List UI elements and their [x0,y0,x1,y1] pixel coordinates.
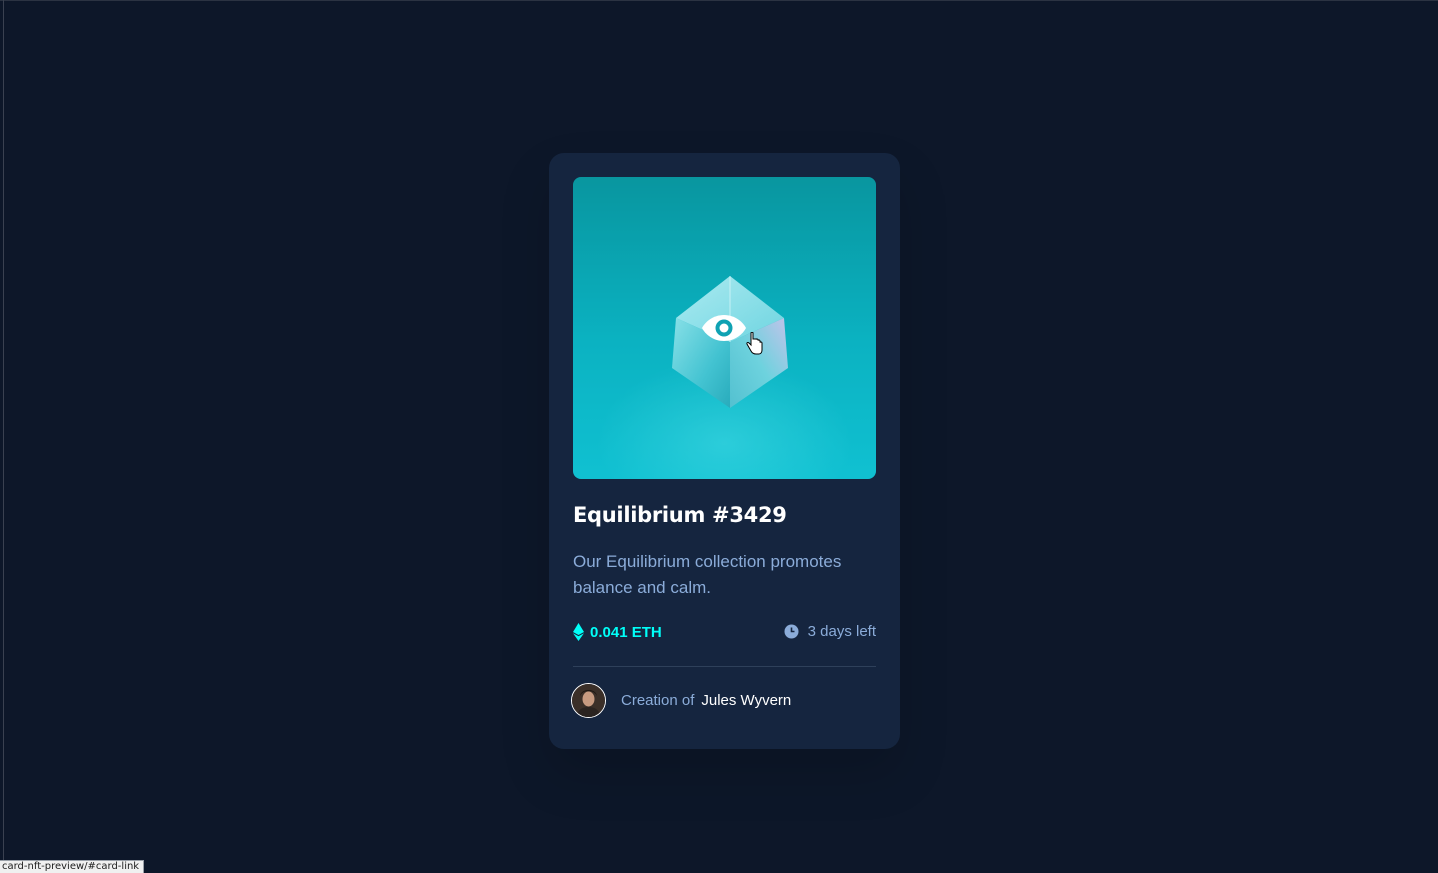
time-left-group: 3 days left [784,623,876,640]
creator-prefix: Creation of [621,692,695,709]
nft-card: Equilibrium #3429 Our Equilibrium collec… [549,153,900,749]
clock-icon [784,624,799,639]
eye-icon [702,315,746,341]
window-left-edge [3,0,4,873]
price-group: 0.041 ETH [573,623,662,641]
nft-title[interactable]: Equilibrium #3429 [573,503,787,527]
card-divider [573,666,876,667]
ethereum-icon [573,623,584,641]
nft-description: Our Equilibrium collection promotes bala… [573,552,842,597]
window-top-edge [0,0,1438,1]
pointer-cursor-icon [746,332,763,355]
creator-name-link[interactable]: Jules Wyvern [701,692,791,709]
nft-image-link[interactable] [573,177,876,479]
nft-stats: 0.041 ETH 3 days left [573,623,876,645]
creator-row: Creation of Jules Wyvern [571,683,791,718]
crystal-cube-image [672,276,788,408]
status-bar-url: card-nft-preview/#card-link [0,860,145,873]
time-left-value: 3 days left [807,623,876,640]
avatar-portrait-image [572,684,605,717]
price-value: 0.041 ETH [590,623,662,641]
creator-avatar [571,683,606,718]
